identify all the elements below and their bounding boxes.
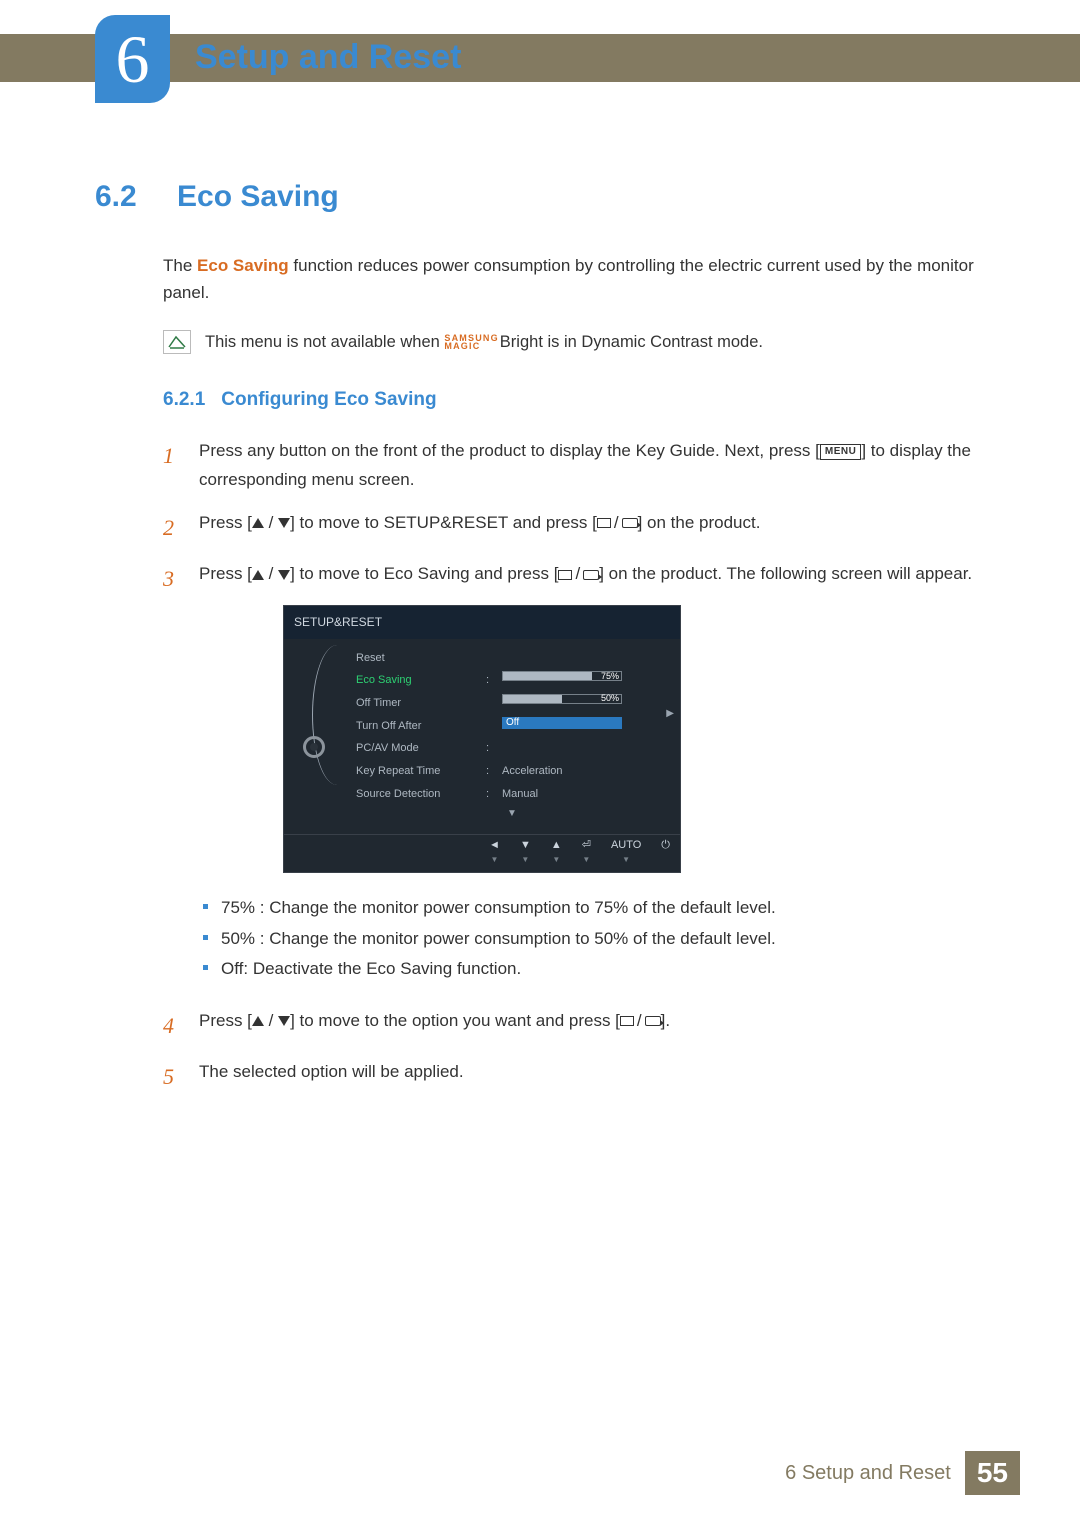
- note: This menu is not available when SAMSUNGM…: [163, 330, 985, 355]
- triangle-up-icon: [252, 570, 264, 580]
- osd-screenshot: SETUP&RESET Reset Eco Saving:: [283, 605, 972, 873]
- nav-auto: AUTO▼: [611, 840, 641, 867]
- triangle-up-icon: [252, 1016, 264, 1026]
- triangle-down-icon: [278, 518, 290, 528]
- caret-right-icon: ▶: [666, 705, 674, 722]
- subsection-title: Configuring Eco Saving: [221, 389, 436, 411]
- footer: 6 Setup and Reset 55: [785, 1451, 1020, 1495]
- caret-down-icon: ▼: [344, 805, 680, 822]
- nav-left: ◄▼: [489, 840, 500, 867]
- nav-enter: ⏎▼: [582, 840, 591, 867]
- option-bullets: 75% : Change the monitor power consumpti…: [201, 893, 972, 985]
- step-2: 2 Press [ / ] to move to SETUP&RESET and…: [163, 509, 985, 546]
- step-list: 1 Press any button on the front of the p…: [163, 437, 985, 1095]
- section-heading: 6.2 Eco Saving: [95, 180, 985, 214]
- subsection-number: 6.2.1: [163, 389, 205, 411]
- nav-power: ⏻: [661, 840, 670, 867]
- step-3: 3 Press [ / ] to move to Eco Saving and …: [163, 560, 985, 993]
- content-area: 6.2 Eco Saving The Eco Saving function r…: [95, 180, 985, 1110]
- samsung-magic-logo: SAMSUNGMAGIC: [444, 335, 498, 350]
- osd-item-eco-saving: Eco Saving: 75%: [344, 669, 680, 692]
- osd-item-turn-off-after: Turn Off After Off: [344, 715, 680, 738]
- section-number: 6.2: [95, 180, 153, 214]
- section-title: Eco Saving: [177, 180, 339, 214]
- nav-down: ▼▼: [520, 840, 531, 867]
- rect-icon: [620, 1016, 634, 1026]
- confirm-icons: /: [620, 1007, 661, 1036]
- rect-icon: [597, 518, 611, 528]
- osd-item-key-repeat: Key Repeat Time:Acceleration: [344, 760, 680, 783]
- enter-icon: [645, 1016, 661, 1026]
- chapter-number: 6: [116, 25, 150, 93]
- step-4: 4 Press [ / ] to move to the option you …: [163, 1007, 985, 1044]
- footer-text: 6 Setup and Reset: [785, 1462, 951, 1485]
- gear-icon: [303, 736, 325, 758]
- chapter-badge: 6: [95, 15, 170, 103]
- osd-item-pcav: PC/AV Mode:: [344, 737, 680, 760]
- nav-up: ▲▼: [551, 840, 562, 867]
- note-icon: [163, 330, 191, 354]
- osd-menu: Reset Eco Saving: 75% Off Timer: [344, 639, 680, 835]
- triangle-up-icon: [252, 518, 264, 528]
- chapter-title: Setup and Reset: [195, 38, 461, 77]
- osd-item-source-detection: Source Detection:Manual: [344, 783, 680, 806]
- step-1: 1 Press any button on the front of the p…: [163, 437, 985, 495]
- triangle-down-icon: [278, 1016, 290, 1026]
- subsection-heading: 6.2.1 Configuring Eco Saving: [163, 389, 985, 411]
- menu-button-label: MENU: [820, 444, 861, 460]
- bullet-75: 75% : Change the monitor power consumpti…: [201, 893, 972, 924]
- osd-side: [284, 639, 344, 835]
- rect-icon: [558, 570, 572, 580]
- triangle-down-icon: [278, 570, 290, 580]
- page-number: 55: [965, 1451, 1020, 1495]
- intro-paragraph: The Eco Saving function reduces power co…: [163, 252, 985, 306]
- confirm-icons: /: [597, 509, 638, 538]
- osd-nav: ◄▼ ▼▼ ▲▼ ⏎▼ AUTO▼ ⏻: [284, 834, 680, 872]
- note-text: This menu is not available when SAMSUNGM…: [205, 330, 763, 355]
- osd-title: SETUP&RESET: [284, 606, 680, 638]
- enter-icon: [622, 518, 638, 528]
- step-5: 5 The selected option will be applied.: [163, 1058, 985, 1095]
- enter-icon: [583, 570, 599, 580]
- bullet-50: 50% : Change the monitor power consumpti…: [201, 924, 972, 955]
- osd-item-reset: Reset: [344, 647, 680, 670]
- bullet-off: Off: Deactivate the Eco Saving function.: [201, 954, 972, 985]
- confirm-icons: /: [558, 560, 599, 589]
- term-eco-saving: Eco Saving: [197, 256, 289, 275]
- osd-item-off-timer: Off Timer 50%: [344, 692, 680, 715]
